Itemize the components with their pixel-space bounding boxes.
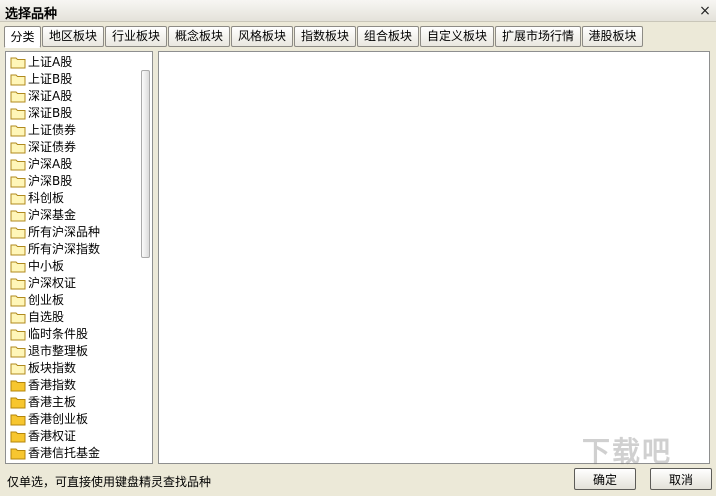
tab-region[interactable]: 地区板块	[42, 26, 104, 47]
tree-item-label: 所有沪深指数	[28, 242, 101, 256]
tree-item-label: 深证债券	[28, 140, 77, 154]
tab-style[interactable]: 风格板块	[231, 26, 293, 47]
tree-item-label: 退市整理板	[28, 344, 89, 358]
ok-button[interactable]: 确定	[574, 468, 636, 490]
tree-item-label: 沪深A股	[28, 157, 73, 171]
tree-item[interactable]: 深证债券	[10, 139, 76, 156]
tree-item-label: 临时条件股	[28, 327, 89, 341]
instrument-list[interactable]	[158, 51, 710, 464]
tree-item[interactable]: 深证B股	[10, 105, 72, 122]
tab-combo[interactable]: 组合板块	[357, 26, 419, 47]
tree-item[interactable]: 板块指数	[10, 360, 76, 377]
tree-item[interactable]: 上证B股	[10, 71, 72, 88]
tree-item-label: 中小板	[28, 259, 65, 273]
tree-item-label: 板块指数	[28, 361, 77, 375]
tab-index[interactable]: 指数板块	[294, 26, 356, 47]
tree-item-label: 香港创业板	[28, 412, 89, 426]
title-bar: 选择品种 ×	[0, 0, 716, 22]
cancel-button[interactable]: 取消	[650, 468, 712, 490]
tab-custom[interactable]: 自定义板块	[420, 26, 494, 47]
tab-industry[interactable]: 行业板块	[105, 26, 167, 47]
tree-item-label: 香港主板	[28, 395, 77, 409]
tree-item[interactable]: 香港信托基金	[10, 445, 100, 462]
tree-item-label: 上证B股	[28, 72, 73, 86]
scrollbar[interactable]	[141, 70, 150, 258]
tree-item-label: 自选股	[28, 310, 65, 324]
tree-item[interactable]: 临时条件股	[10, 326, 88, 343]
tree-item[interactable]: 香港指数	[10, 377, 76, 394]
tree-item-label: 沪深B股	[28, 174, 73, 188]
tree-item[interactable]: 上证债券	[10, 122, 76, 139]
folder-filled-icon	[10, 447, 26, 463]
tree-item[interactable]: 上证A股	[10, 54, 72, 71]
tree-item-label: 上证A股	[28, 55, 73, 69]
tree-item[interactable]: 沪深基金	[10, 207, 76, 224]
tree-item-label: 科创板	[28, 191, 65, 205]
tree-item[interactable]: 香港权证	[10, 428, 76, 445]
tree-item-label: 香港权证	[28, 429, 77, 443]
tree-item[interactable]: 沪深A股	[10, 156, 72, 173]
tree-item[interactable]: 香港主板	[10, 394, 76, 411]
close-icon[interactable]: ×	[697, 3, 713, 19]
tree-item[interactable]: 科创板	[10, 190, 64, 207]
tab-hk[interactable]: 港股板块	[582, 26, 643, 47]
tree-item-label: 所有沪深品种	[28, 225, 101, 239]
tree-item-label: 沪深权证	[28, 276, 77, 290]
tree-item[interactable]: 所有沪深品种	[10, 224, 100, 241]
tree-item-label: 沪深基金	[28, 208, 77, 222]
tree-item[interactable]: 自选股	[10, 309, 64, 326]
tab-extended-market[interactable]: 扩展市场行情	[495, 26, 581, 47]
tree-item-label: 深证A股	[28, 89, 73, 103]
tree-item[interactable]: 所有沪深指数	[10, 241, 100, 258]
window-title: 选择品种	[5, 7, 58, 22]
tab-concept[interactable]: 概念板块	[168, 26, 230, 47]
tree-item[interactable]: 沪深B股	[10, 173, 72, 190]
tree-item[interactable]: 香港创业板	[10, 411, 88, 428]
watermark-logo: 下载吧	[582, 435, 673, 468]
tree-item-label: 香港指数	[28, 378, 77, 392]
tree-item-label: 香港信托基金	[28, 446, 101, 460]
tree-item-label: 创业板	[28, 293, 65, 307]
scrollbar-thumb[interactable]	[141, 70, 150, 258]
status-hint: 仅单选，可直接使用键盘精灵查找品种	[7, 475, 212, 489]
tree-item-label: 深证B股	[28, 106, 73, 120]
category-tree[interactable]: 上证A股上证B股深证A股深证B股上证债券深证债券沪深A股沪深B股科创板沪深基金所…	[5, 51, 153, 464]
tree-item[interactable]: 深证A股	[10, 88, 72, 105]
tree-item[interactable]: 沪深权证	[10, 275, 76, 292]
tree-item[interactable]: 中小板	[10, 258, 64, 275]
tree-item-label: 上证债券	[28, 123, 77, 137]
tree-item[interactable]: 退市整理板	[10, 343, 88, 360]
tree-item[interactable]: 创业板	[10, 292, 64, 309]
tab-category[interactable]: 分类	[4, 26, 41, 48]
